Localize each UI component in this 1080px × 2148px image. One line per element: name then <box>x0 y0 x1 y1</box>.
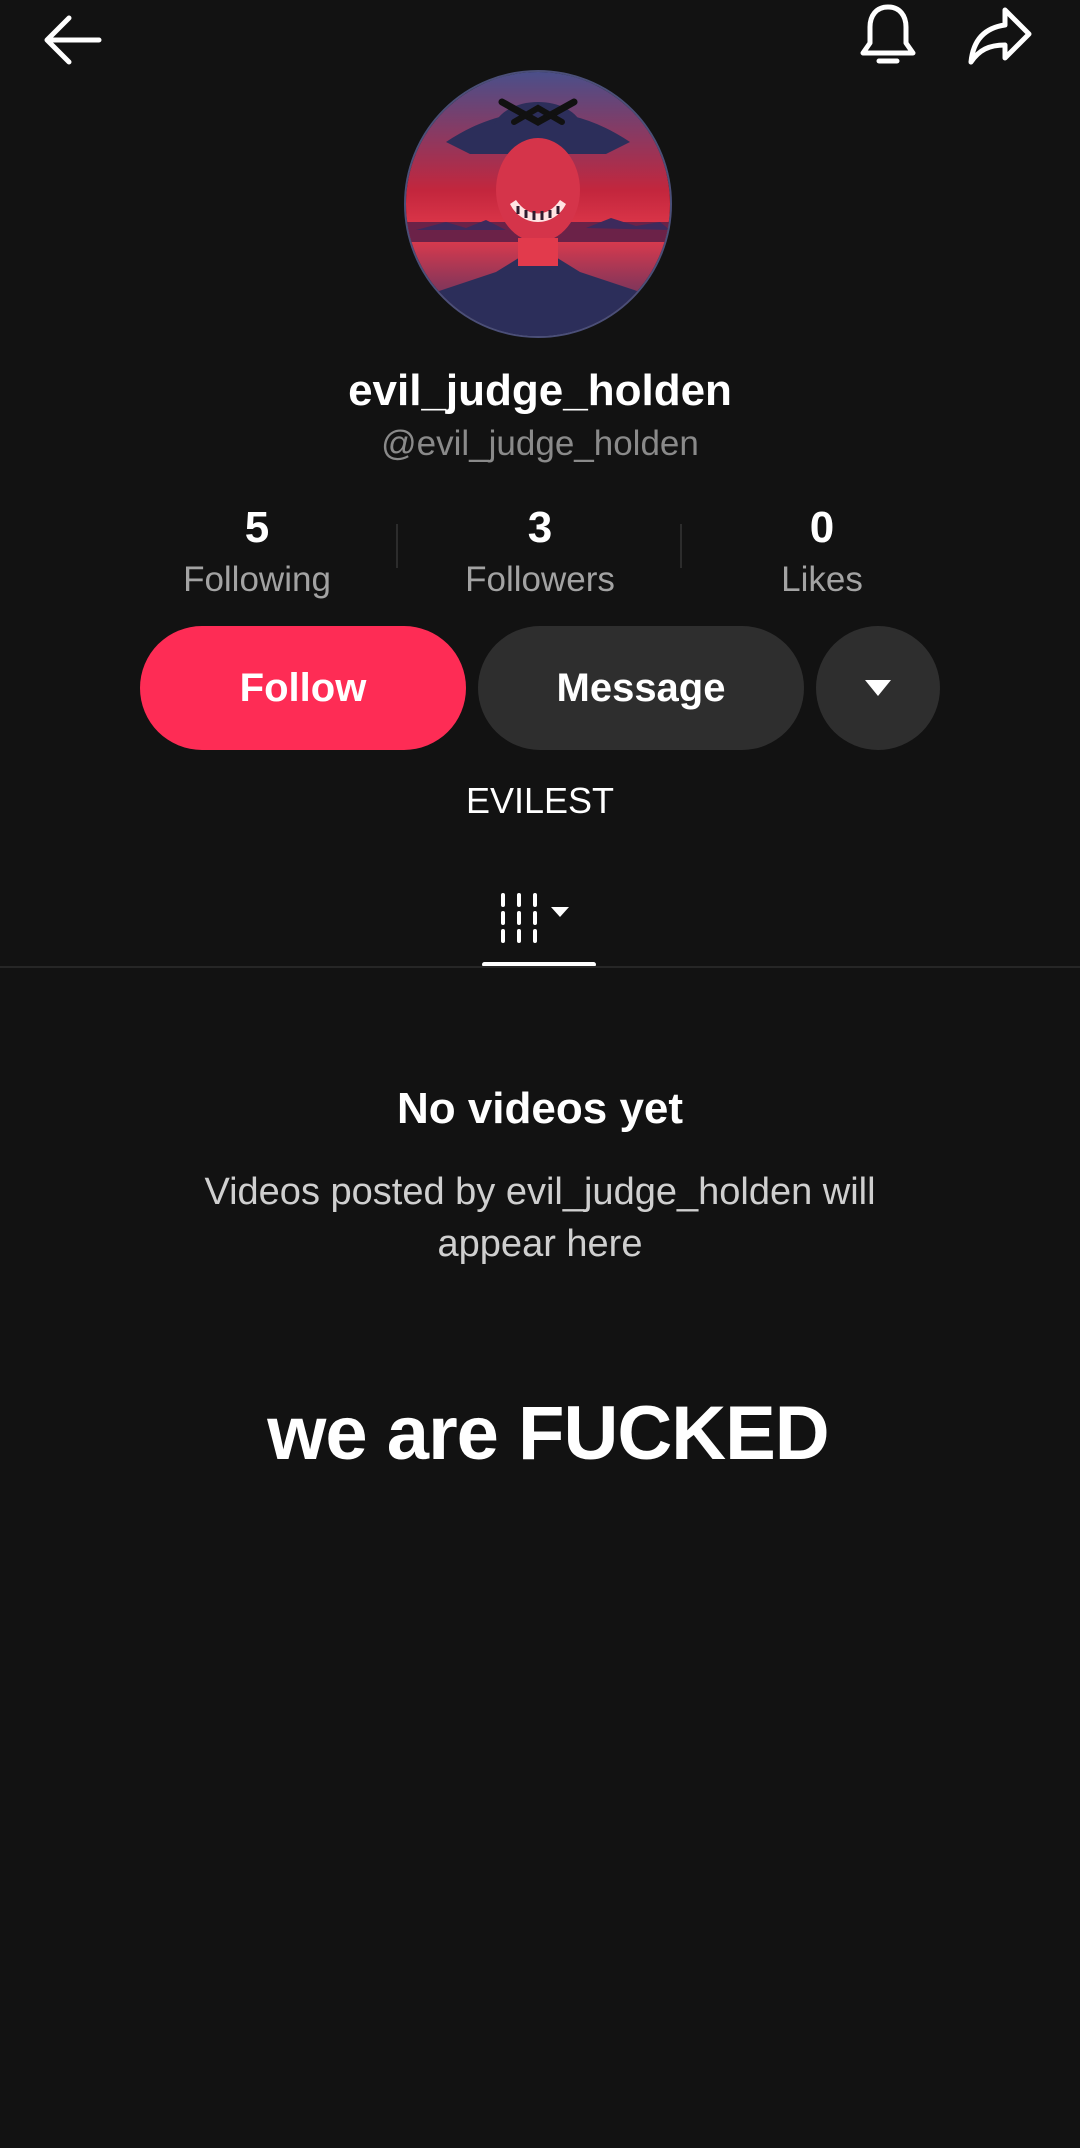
display-name: evil_judge_holden <box>348 366 732 415</box>
following-label: Following <box>183 560 331 599</box>
stat-divider <box>680 524 682 568</box>
empty-state-description: Videos posted by evil_judge_holden will … <box>204 1171 876 1265</box>
notifications-button[interactable] <box>852 0 924 72</box>
stat-followers[interactable]: 3 Followers <box>420 500 660 604</box>
caret-down-icon <box>865 680 891 696</box>
stat-following[interactable]: 5 Following <box>137 500 377 604</box>
bell-icon <box>860 4 916 64</box>
stat-likes[interactable]: 0 Likes <box>702 500 942 604</box>
share-button[interactable] <box>962 0 1038 72</box>
following-count: 5 <box>244 503 270 552</box>
likes-label: Likes <box>781 560 863 599</box>
profile-bio: EVILEST <box>465 780 615 821</box>
back-button[interactable] <box>36 4 108 76</box>
avatar[interactable] <box>404 70 672 338</box>
followers-count: 3 <box>527 503 553 552</box>
tabs-divider <box>0 966 1080 968</box>
empty-state-title: No videos yet <box>396 1084 684 1133</box>
profile-picture <box>406 72 670 336</box>
arrow-left-icon <box>44 15 102 65</box>
follow-button[interactable]: Follow <box>140 626 466 750</box>
username-handle: @evil_judge_holden <box>381 424 699 463</box>
likes-count: 0 <box>809 503 835 552</box>
more-options-button[interactable] <box>816 626 940 750</box>
profile-stats: 5 Following 3 Followers 0 Likes <box>0 500 1080 600</box>
stat-divider <box>396 524 398 568</box>
followers-label: Followers <box>465 560 615 599</box>
videos-grid-icon <box>501 893 569 943</box>
top-bar <box>0 0 1080 80</box>
content-tabs <box>0 870 1080 968</box>
message-button[interactable]: Message <box>478 626 804 750</box>
overlay-caption: we are FUCKED <box>267 1391 829 1476</box>
profile-actions: Follow Message <box>0 626 1080 750</box>
tab-videos[interactable] <box>482 870 596 966</box>
share-arrow-icon <box>968 7 1032 65</box>
